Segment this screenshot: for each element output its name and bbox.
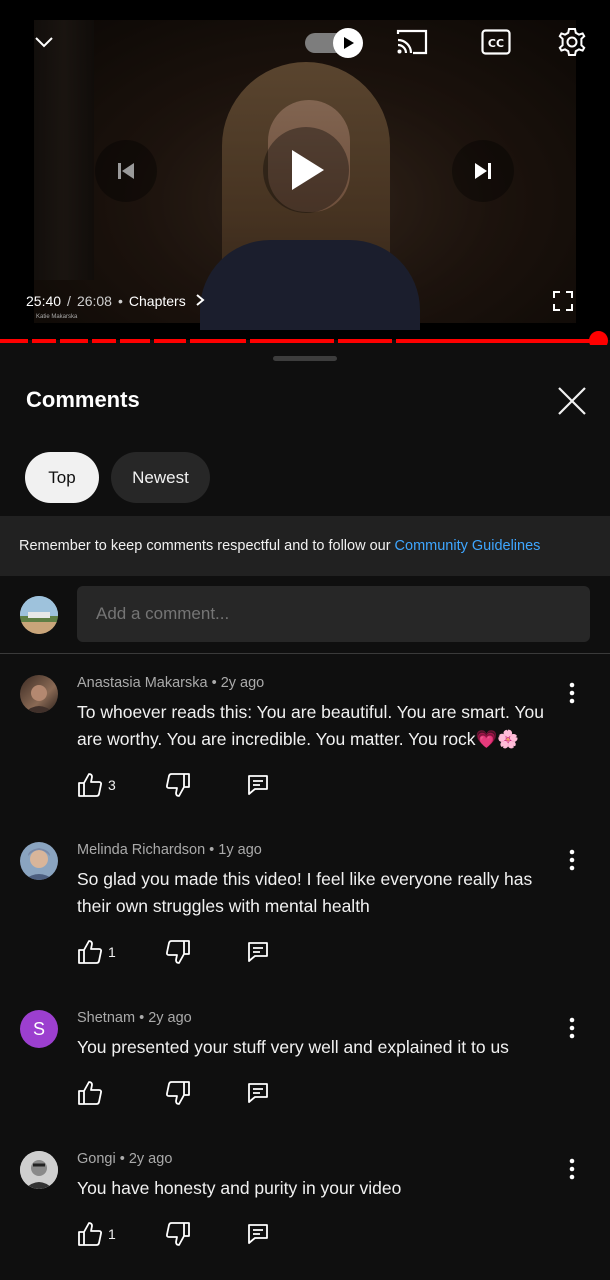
- chapter-segment: [92, 339, 116, 343]
- play-icon: [344, 37, 354, 49]
- comment-author[interactable]: Melinda Richardson: [77, 842, 205, 858]
- comment-meta: Shetnam • 2y ago: [77, 1010, 192, 1026]
- play-icon: [292, 150, 324, 190]
- like-icon[interactable]: [76, 771, 104, 799]
- filter-chip-newest[interactable]: Newest: [111, 452, 210, 503]
- comment-meta: Anastasia Makarska • 2y ago: [77, 675, 265, 691]
- reply-icon[interactable]: [244, 771, 272, 799]
- comment-meta: Gongi • 2y ago: [77, 1151, 173, 1167]
- time-display: 25:40 / 26:08 • Chapters: [26, 290, 206, 312]
- chapter-segment: [338, 339, 392, 343]
- like-icon[interactable]: [76, 1220, 104, 1248]
- chapter-segment: [190, 339, 246, 343]
- video-watermark: Katie Makarska: [36, 314, 78, 320]
- dislike-icon[interactable]: [164, 1220, 192, 1248]
- bullet: •: [117, 293, 123, 309]
- chapter-segment: [60, 339, 88, 343]
- like-count: 1: [108, 944, 116, 960]
- comment-author[interactable]: Gongi: [77, 1151, 116, 1167]
- duration: 26:08: [76, 293, 112, 309]
- comment-text: To whoever reads this: You are beautiful…: [77, 702, 544, 749]
- drag-handle[interactable]: [273, 356, 337, 361]
- captions-icon[interactable]: CC: [480, 27, 512, 57]
- chapter-segment: [250, 339, 334, 343]
- like-icon[interactable]: [76, 938, 104, 966]
- dislike-icon[interactable]: [164, 1079, 192, 1107]
- divider: [0, 653, 610, 654]
- chapters-label: Chapters: [128, 293, 186, 309]
- comment-age: 2y ago: [148, 1010, 192, 1026]
- reply-icon[interactable]: [244, 1079, 272, 1107]
- comments-title: Comments: [26, 387, 140, 412]
- community-notice: Remember to keep comments respectful and…: [0, 516, 610, 576]
- more-vert-icon[interactable]: [560, 681, 584, 705]
- comment-author[interactable]: Shetnam: [77, 1010, 135, 1026]
- autoplay-knob: [333, 28, 363, 58]
- current-time: 25:40: [26, 293, 62, 309]
- next-icon: [475, 163, 491, 179]
- comments-panel: Comments Top Newest Remember to keep com…: [0, 345, 610, 1280]
- autoplay-toggle[interactable]: [305, 28, 363, 58]
- close-icon[interactable]: [553, 382, 591, 420]
- dislike-icon[interactable]: [164, 938, 192, 966]
- avatar[interactable]: [20, 842, 58, 880]
- reply-icon[interactable]: [244, 1220, 272, 1248]
- comment-age: 2y ago: [220, 675, 265, 691]
- svg-text:CC: CC: [488, 37, 504, 50]
- avatar[interactable]: [20, 675, 58, 713]
- comment-text: So glad you made this video! I feel like…: [77, 869, 533, 916]
- chapter-segment: [0, 339, 28, 343]
- cast-icon[interactable]: [394, 26, 430, 58]
- filter-chip-top[interactable]: Top: [25, 452, 99, 503]
- comment-text: You have honesty and purity in your vide…: [77, 1178, 402, 1198]
- chapter-segment: [32, 339, 56, 343]
- fullscreen-icon[interactable]: [548, 286, 578, 316]
- previous-button[interactable]: [95, 140, 157, 202]
- comment-age: 2y ago: [128, 1151, 173, 1167]
- add-comment-input[interactable]: [77, 586, 590, 642]
- time-separator: /: [67, 293, 71, 309]
- avatar[interactable]: [20, 1151, 58, 1189]
- like-count: 3: [108, 777, 116, 793]
- avatar-letter: S: [32, 1018, 45, 1039]
- comment-meta: Melinda Richardson • 1y ago: [77, 842, 262, 858]
- dislike-icon[interactable]: [164, 771, 192, 799]
- comment-text: You presented your stuff very well and e…: [77, 1037, 509, 1057]
- chapters-link[interactable]: Chapters: [129, 293, 206, 309]
- previous-icon: [118, 163, 134, 179]
- community-guidelines-link[interactable]: Community Guidelines: [395, 538, 541, 554]
- chevron-down-icon[interactable]: [28, 26, 60, 58]
- notice-text: Remember to keep comments respectful and…: [19, 538, 391, 554]
- play-button[interactable]: [263, 127, 349, 213]
- more-vert-icon[interactable]: [560, 1016, 584, 1040]
- more-vert-icon[interactable]: [560, 848, 584, 872]
- avatar[interactable]: S: [20, 1010, 58, 1048]
- comment-age: 1y ago: [218, 842, 262, 858]
- progress-bar[interactable]: [0, 331, 610, 350]
- like-icon[interactable]: [76, 1079, 104, 1107]
- chapter-segment: [396, 339, 596, 343]
- comment-item: Anastasia Makarska • 2y ago To whoever r…: [0, 675, 610, 815]
- comment-item: Gongi • 2y ago You have honesty and puri…: [0, 1151, 610, 1261]
- comment-item: Melinda Richardson • 1y ago So glad you …: [0, 842, 610, 982]
- more-vert-icon[interactable]: [560, 1157, 584, 1181]
- next-button[interactable]: [452, 140, 514, 202]
- comment-author[interactable]: Anastasia Makarska: [77, 675, 208, 691]
- chevron-right-icon: [195, 294, 205, 306]
- chapter-segment: [154, 339, 186, 343]
- like-count: 1: [108, 1226, 116, 1242]
- comment-item: S Shetnam • 2y ago You presented your st…: [0, 1010, 610, 1120]
- video-player[interactable]: CC 25:40 / 26:08 • Chapters Katie Makars…: [0, 0, 610, 340]
- chapter-segment: [120, 339, 150, 343]
- avatar[interactable]: [20, 596, 58, 634]
- settings-icon[interactable]: [554, 24, 590, 60]
- reply-icon[interactable]: [244, 938, 272, 966]
